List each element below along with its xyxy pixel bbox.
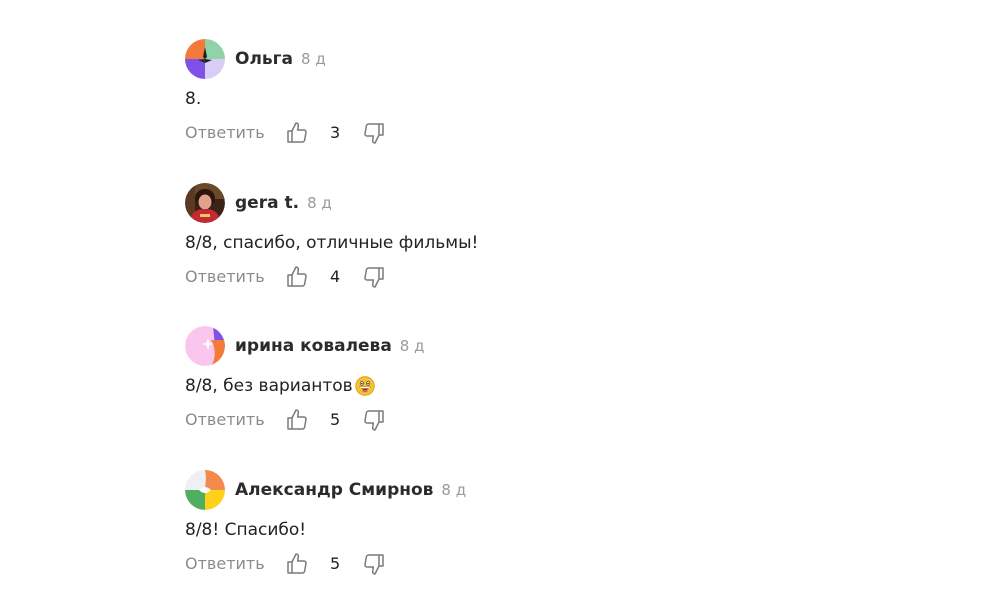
comment-author[interactable]: Александр Смирнов <box>235 480 433 500</box>
comment-header: gera t. 8 д <box>185 183 885 223</box>
reply-button[interactable]: Ответить <box>185 123 265 142</box>
comment-author[interactable]: gera t. <box>235 193 299 213</box>
user-avatar[interactable] <box>185 183 225 223</box>
comment-item: Александр Смирнов 8 д 8/8! Спасибо! Отве… <box>185 470 885 613</box>
user-avatar[interactable] <box>185 470 225 510</box>
like-count: 5 <box>330 410 340 429</box>
comment-time: 8 д <box>301 50 326 68</box>
thumbs-up-icon[interactable] <box>285 121 309 145</box>
comment-text-content: 8/8! Спасибо! <box>185 519 306 541</box>
comment-time: 8 д <box>441 481 466 499</box>
comment-text-content: 8/8, без вариантов <box>185 375 353 397</box>
reply-button[interactable]: Ответить <box>185 410 265 429</box>
comment-text: 8/8, без вариантов <box>185 375 885 397</box>
comment-actions: Ответить 3 <box>185 121 485 145</box>
like-count: 4 <box>330 267 340 286</box>
reply-button[interactable]: Ответить <box>185 554 265 573</box>
thumbs-up-icon[interactable] <box>285 552 309 576</box>
thumbs-down-icon[interactable] <box>362 552 386 576</box>
reply-button[interactable]: Ответить <box>185 267 265 286</box>
user-avatar[interactable] <box>185 39 225 79</box>
grinning-face-emoji-icon <box>355 376 375 396</box>
comment-item: ирина ковалева 8 д 8/8, без вариантов От… <box>185 326 885 470</box>
comment-text-content: 8/8, спасибо, отличные фильмы! <box>185 232 478 254</box>
like-count: 5 <box>330 554 340 573</box>
comment-actions: Ответить 4 <box>185 265 485 289</box>
comment-actions: Ответить 5 <box>185 408 485 432</box>
comment-author[interactable]: ирина ковалева <box>235 336 392 356</box>
comment-item: Ольга 8 д 8. Ответить 3 <box>185 39 885 183</box>
thumbs-up-icon[interactable] <box>285 408 309 432</box>
comment-header: Александр Смирнов 8 д <box>185 470 885 510</box>
thumbs-up-icon[interactable] <box>285 265 309 289</box>
comment-author[interactable]: Ольга <box>235 49 293 69</box>
like-count: 3 <box>330 123 340 142</box>
comment-time: 8 д <box>400 337 425 355</box>
thumbs-down-icon[interactable] <box>362 121 386 145</box>
thumbs-down-icon[interactable] <box>362 265 386 289</box>
user-avatar[interactable] <box>185 326 225 366</box>
comment-header: Ольга 8 д <box>185 39 885 79</box>
comment-text: 8/8, спасибо, отличные фильмы! <box>185 232 885 254</box>
comment-text: 8/8! Спасибо! <box>185 519 885 541</box>
comment-item: gera t. 8 д 8/8, спасибо, отличные фильм… <box>185 183 885 327</box>
comment-text: 8. <box>185 88 885 110</box>
thumbs-down-icon[interactable] <box>362 408 386 432</box>
comment-text-content: 8. <box>185 88 201 110</box>
comment-actions: Ответить 5 <box>185 552 485 576</box>
comment-header: ирина ковалева 8 д <box>185 326 885 366</box>
comment-time: 8 д <box>307 194 332 212</box>
comments-list: Ольга 8 д 8. Ответить 3 <box>185 39 885 613</box>
